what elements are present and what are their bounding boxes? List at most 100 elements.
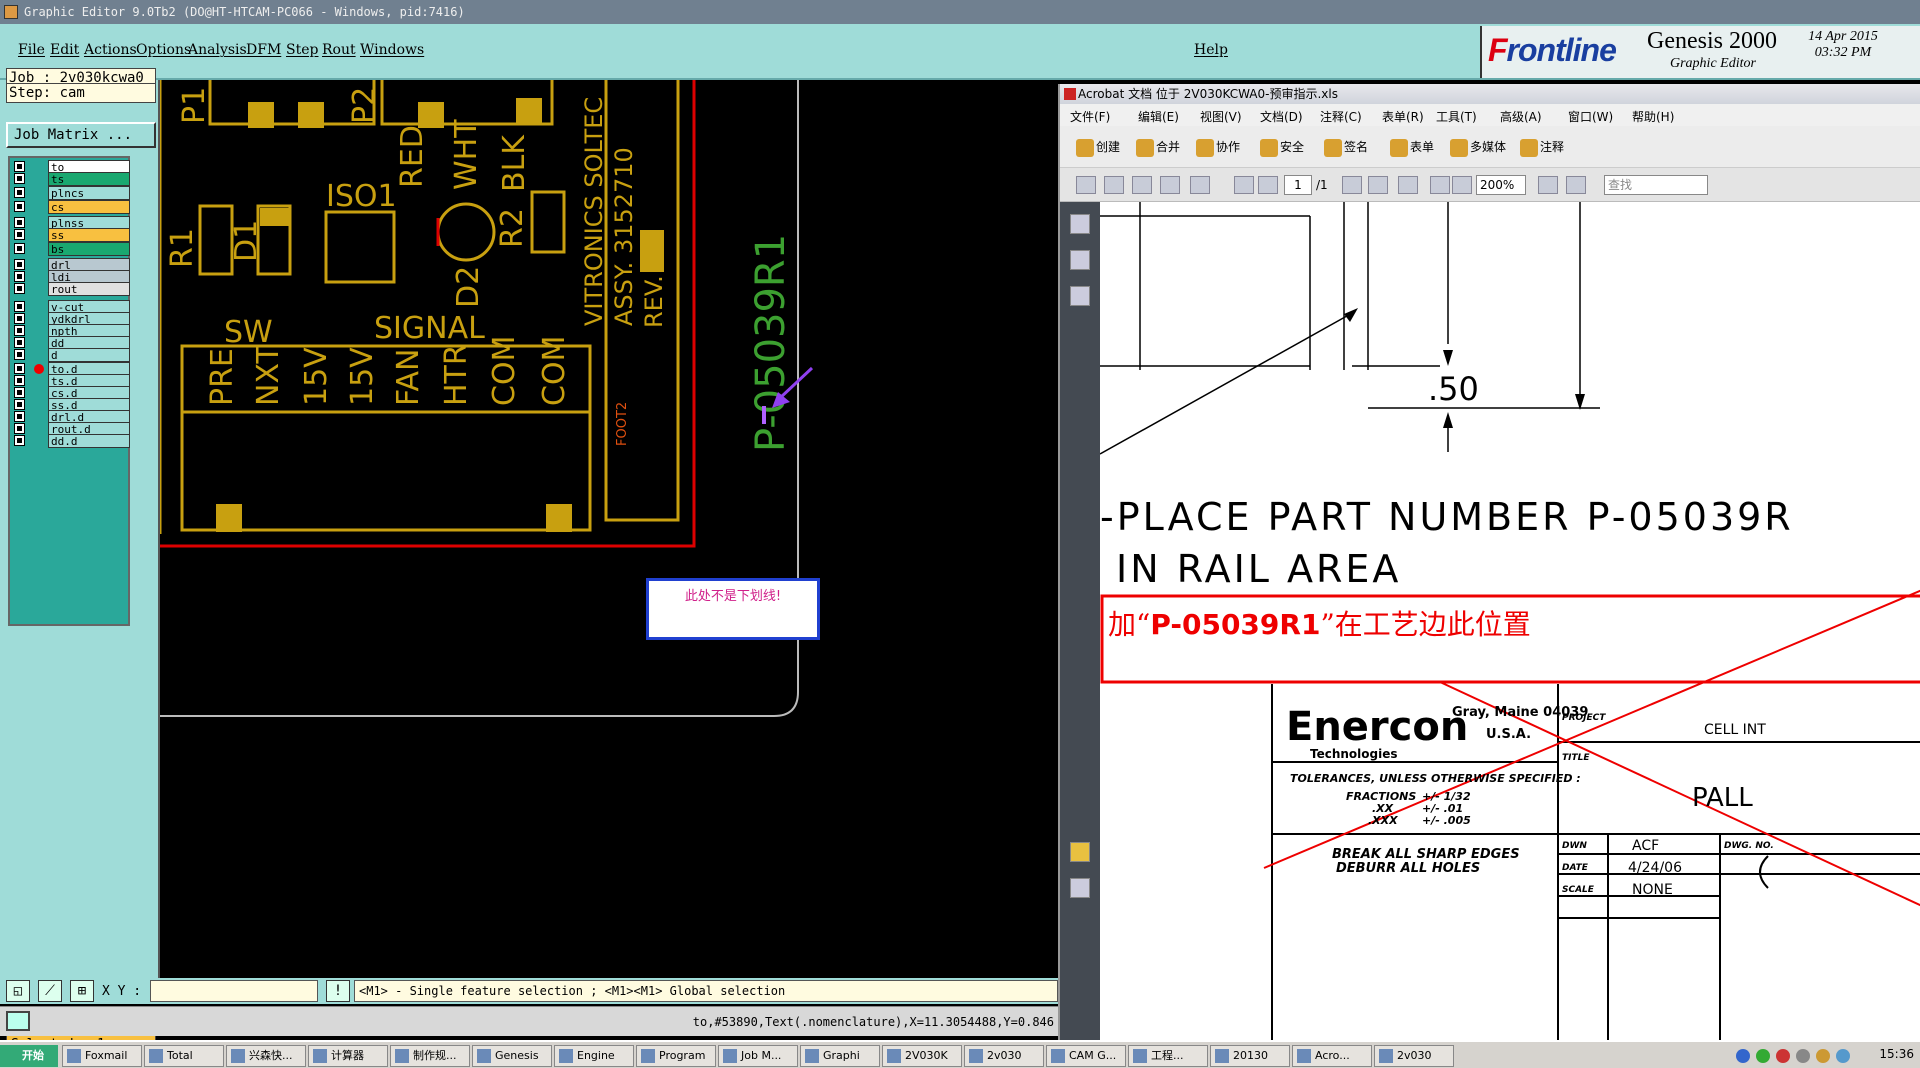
- acrobat-menu-item[interactable]: 文件(F): [1070, 108, 1110, 125]
- layer-checkbox[interactable]: [14, 411, 25, 422]
- taskbar-item[interactable]: 2v030: [1374, 1045, 1454, 1067]
- taskbar-item[interactable]: 2v030: [964, 1045, 1044, 1067]
- layer-row[interactable]: bs: [12, 242, 130, 256]
- layer-checkbox[interactable]: [14, 161, 25, 172]
- layer-row[interactable]: cs: [12, 200, 130, 214]
- comments-panel-icon[interactable]: [1070, 842, 1090, 862]
- start-button[interactable]: 开始: [0, 1045, 58, 1067]
- pages-panel-icon[interactable]: [1070, 214, 1090, 234]
- acrobat-menu-item[interactable]: 帮助(H): [1632, 108, 1674, 125]
- pdf-document[interactable]: .50 -PLACE PART NUMBER P-05039R IN RAIL …: [1100, 202, 1920, 1040]
- tray-volume-icon[interactable]: [1796, 1049, 1810, 1063]
- layer-checkbox[interactable]: [14, 229, 25, 240]
- acrobat-tool-button[interactable]: 创建: [1076, 138, 1120, 157]
- layer-checkbox[interactable]: [14, 349, 25, 360]
- taskbar-item[interactable]: 2V030K: [882, 1045, 962, 1067]
- fit-page-icon[interactable]: [1538, 176, 1558, 194]
- layer-checkbox[interactable]: [14, 217, 25, 228]
- zoom-out-icon[interactable]: [1430, 176, 1450, 194]
- menu-dfm[interactable]: DFM: [246, 42, 281, 58]
- acrobat-tool-button[interactable]: 安全: [1260, 138, 1304, 157]
- layer-checkbox[interactable]: [14, 313, 25, 324]
- graphic-canvas[interactable]: P1 P2 P3 RED WHT BLK ISO1 R1 D1 D2 R2 SW…: [160, 80, 1058, 978]
- taskbar-item[interactable]: 计算器: [308, 1045, 388, 1067]
- taskbar-item[interactable]: Foxmail: [62, 1045, 142, 1067]
- zoom-tool-icon[interactable]: [1398, 176, 1418, 194]
- taskbar-item[interactable]: 20130: [1210, 1045, 1290, 1067]
- acrobat-tool-button[interactable]: 协作: [1196, 138, 1240, 157]
- layer-name[interactable]: plncs: [48, 186, 130, 200]
- layer-checkbox[interactable]: [14, 325, 25, 336]
- acrobat-menu-item[interactable]: 表单(R): [1382, 108, 1424, 125]
- tray-security-icon[interactable]: [1776, 1049, 1790, 1063]
- web-icon[interactable]: [1190, 176, 1210, 194]
- page-number-input[interactable]: 1: [1284, 175, 1312, 195]
- acrobat-tool-button[interactable]: 注释: [1520, 138, 1564, 157]
- acrobat-menu-item[interactable]: 注释(C): [1320, 108, 1362, 125]
- menu-edit[interactable]: Edit: [50, 42, 79, 58]
- layer-name[interactable]: dd.d: [48, 434, 130, 448]
- taskbar-item[interactable]: 制作规...: [390, 1045, 470, 1067]
- acrobat-menu-item[interactable]: 文档(D): [1260, 108, 1303, 125]
- layer-checkbox[interactable]: [14, 387, 25, 398]
- layer-row[interactable]: plncs: [12, 186, 130, 200]
- acrobat-menu-item[interactable]: 高级(A): [1500, 108, 1542, 125]
- menu-windows[interactable]: Windows: [360, 42, 424, 58]
- layer-name[interactable]: rout: [48, 282, 130, 296]
- select-cursor-icon[interactable]: [1342, 176, 1362, 194]
- acrobat-menu-item[interactable]: 工具(T): [1436, 108, 1477, 125]
- taskbar-item[interactable]: Program: [636, 1045, 716, 1067]
- acrobat-tool-button[interactable]: 多媒体: [1450, 138, 1506, 157]
- tray-help-icon[interactable]: [1736, 1049, 1750, 1063]
- acrobat-tool-button[interactable]: 合并: [1136, 138, 1180, 157]
- tray-network-icon[interactable]: [1756, 1049, 1770, 1063]
- acrobat-tool-button[interactable]: 签名: [1324, 138, 1368, 157]
- menu-help[interactable]: Help: [1194, 42, 1228, 58]
- email-icon[interactable]: [1160, 176, 1180, 194]
- open-icon[interactable]: [1076, 176, 1096, 194]
- zoom-select[interactable]: 200%: [1476, 175, 1526, 195]
- menu-options[interactable]: Options: [136, 42, 191, 58]
- layer-checkbox[interactable]: [14, 375, 25, 386]
- layer-row[interactable]: dd.d: [12, 434, 130, 448]
- layer-name[interactable]: cs: [48, 200, 130, 214]
- menu-step[interactable]: Step: [286, 42, 318, 58]
- layer-checkbox[interactable]: [14, 243, 25, 254]
- save-icon[interactable]: [1132, 176, 1152, 194]
- taskbar-item[interactable]: Genesis: [472, 1045, 552, 1067]
- acrobat-menu-item[interactable]: 编辑(E): [1138, 108, 1179, 125]
- bookmarks-panel-icon[interactable]: [1070, 250, 1090, 270]
- layer-checkbox[interactable]: [14, 435, 25, 446]
- next-page-icon[interactable]: [1258, 176, 1278, 194]
- layer-checkbox[interactable]: [14, 271, 25, 282]
- taskbar-item[interactable]: Engine: [554, 1045, 634, 1067]
- layer-checkbox[interactable]: [14, 187, 25, 198]
- layer-checkbox[interactable]: [14, 423, 25, 434]
- zoom-in-icon[interactable]: [1452, 176, 1472, 194]
- acrobat-tool-button[interactable]: 表单: [1390, 138, 1434, 157]
- menu-actions[interactable]: Actions: [84, 42, 137, 58]
- acrobat-menu-item[interactable]: 窗口(W): [1568, 108, 1613, 125]
- taskbar-item[interactable]: Acro...: [1292, 1045, 1372, 1067]
- grid-tool-icon[interactable]: ⊞: [70, 980, 94, 1002]
- layer-name[interactable]: d: [48, 348, 130, 362]
- fit-width-icon[interactable]: [1566, 176, 1586, 194]
- layer-checkbox[interactable]: [14, 399, 25, 410]
- measure-tool-icon[interactable]: ⟋: [38, 980, 62, 1002]
- taskbar-item[interactable]: Total: [144, 1045, 224, 1067]
- acrobat-menu-item[interactable]: 视图(V): [1200, 108, 1242, 125]
- search-input[interactable]: 查找: [1604, 175, 1708, 195]
- layer-row[interactable]: ts: [12, 172, 130, 186]
- prev-page-icon[interactable]: [1234, 176, 1254, 194]
- layer-row[interactable]: rout: [12, 282, 130, 296]
- tray-ime-icon[interactable]: [1836, 1049, 1850, 1063]
- menu-file[interactable]: File: [18, 42, 45, 58]
- print-icon[interactable]: [1104, 176, 1124, 194]
- layer-checkbox[interactable]: [14, 173, 25, 184]
- signatures-panel-icon[interactable]: [1070, 286, 1090, 306]
- layer-name[interactable]: ts: [48, 172, 130, 186]
- taskbar-item[interactable]: Graphi: [800, 1045, 880, 1067]
- xy-input[interactable]: [150, 980, 318, 1002]
- taskbar-item[interactable]: CAM G...: [1046, 1045, 1126, 1067]
- layer-checkbox[interactable]: [14, 259, 25, 270]
